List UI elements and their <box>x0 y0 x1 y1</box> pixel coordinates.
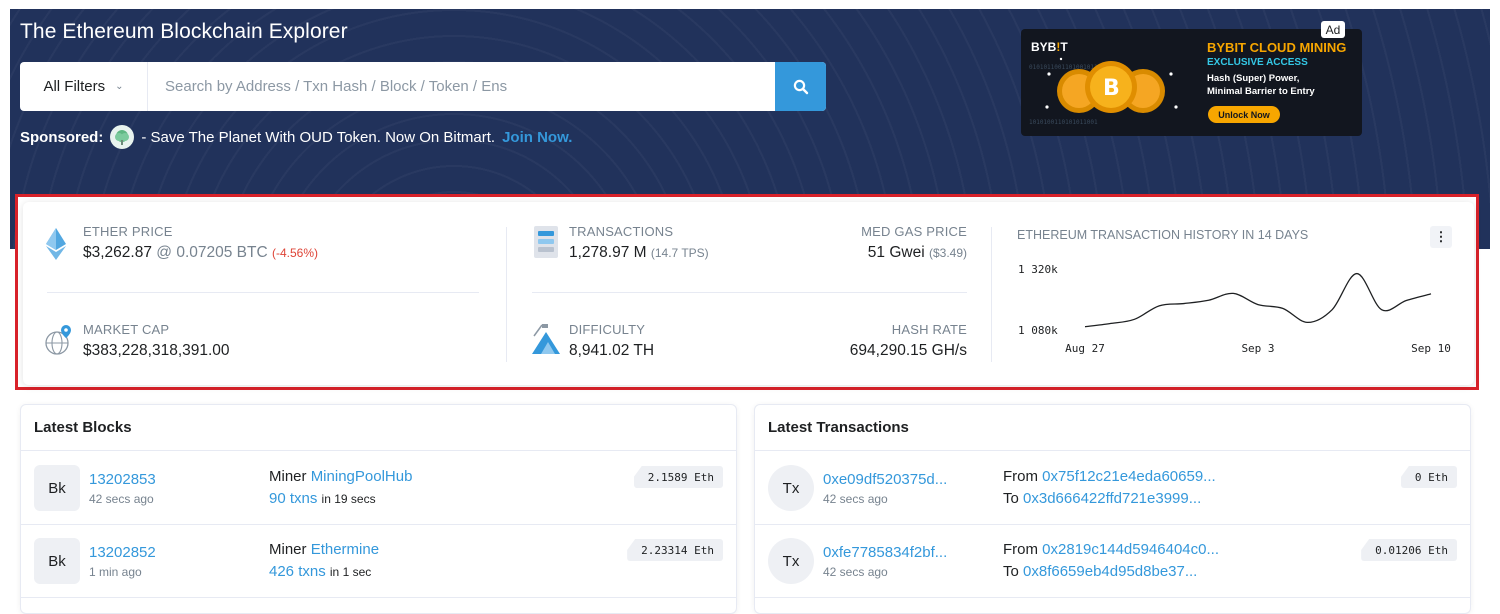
from-address-link[interactable]: 0x75f12c21e4eda60659... <box>1042 468 1216 485</box>
txns-line: 426 txns in 1 sec <box>269 563 372 580</box>
transaction-icon: Tx <box>768 538 814 584</box>
from-address-link[interactable]: 0x2819c144d5946404c0... <box>1042 541 1219 558</box>
filter-label: All Filters <box>43 78 106 95</box>
txns-line: 90 txns in 19 secs <box>269 490 376 507</box>
search-icon <box>793 79 808 94</box>
latest-transactions-card: Latest Transactions Tx 0xe09df520375d...… <box>754 404 1471 614</box>
latest-blocks-title: Latest Blocks <box>21 405 736 451</box>
page-title: The Ethereum Blockchain Explorer <box>20 20 348 43</box>
ad-line-1: Hash (Super) Power, <box>1207 73 1300 84</box>
block-reward-badge: 2.23314 Eth <box>627 539 723 561</box>
x-tick-label: Sep 3 <box>1241 342 1274 355</box>
block-number-link[interactable]: 13202853 <box>89 471 156 488</box>
miner-link[interactable]: MiningPoolHub <box>311 468 413 485</box>
x-tick-label: Aug 27 <box>1065 342 1105 355</box>
to-address-link[interactable]: 0x8f6659eb4d95d8be37... <box>1023 563 1197 580</box>
ad-headline: BYBIT CLOUD MINING <box>1207 40 1347 55</box>
to-line: To 0x8f6659eb4d95d8be37... <box>1003 563 1198 580</box>
stats-panel-highlight: ETHER PRICE $3,262.87 @ 0.07205 BTC (-4.… <box>15 194 1479 390</box>
block-icon: Bk <box>34 538 80 584</box>
tx-hash-link[interactable]: 0xe09df520375d... <box>823 471 947 488</box>
svg-text:1010100110101011001: 1010100110101011001 <box>1029 119 1098 126</box>
miner-link[interactable]: Ethermine <box>311 541 379 558</box>
tx-age: 42 secs ago <box>823 565 888 579</box>
tx-amount-badge: 0.01206 Eth <box>1361 539 1457 561</box>
svg-text:0101011001101001011: 0101011001101001011 <box>1029 64 1098 71</box>
block-icon: Bk <box>34 465 80 511</box>
list-item: Tx 0xe09df520375d... 42 secs ago From 0x… <box>755 452 1470 525</box>
sponsored-line: Sponsored: - Save The Planet With OUD To… <box>20 125 572 149</box>
list-item: Bk 13202853 42 secs ago Miner MiningPool… <box>21 452 736 525</box>
txns-link[interactable]: 426 txns <box>269 563 326 580</box>
list-item: Tx 0xfe7785834f2bf... 42 secs ago From 0… <box>755 525 1470 598</box>
tx-hash-link[interactable]: 0xfe7785834f2bf... <box>823 544 947 561</box>
transaction-icon: Tx <box>768 465 814 511</box>
oud-token-logo[interactable] <box>110 125 135 149</box>
tx-age: 42 secs ago <box>823 492 888 506</box>
series-line <box>1084 272 1432 328</box>
miner-line: Miner MiningPoolHub <box>269 468 413 485</box>
y-tick-label: 1 320k <box>1018 263 1058 276</box>
sponsored-label: Sponsored: <box>20 128 104 146</box>
tx-amount-badge: 0 Eth <box>1400 466 1457 488</box>
ad-line-2: Minimal Barrier to Entry <box>1207 86 1315 97</box>
chevron-down-icon: ⌄ <box>115 81 124 92</box>
search-input[interactable] <box>148 62 775 111</box>
from-line: From 0x75f12c21e4eda60659... <box>1003 468 1216 485</box>
to-line: To 0x3d666422ffd721e3999... <box>1003 490 1202 507</box>
block-age: 42 secs ago <box>89 492 154 506</box>
svg-text:B: B <box>1103 76 1120 101</box>
latest-transactions-title: Latest Transactions <box>755 405 1470 451</box>
block-number-link[interactable]: 13202852 <box>89 544 156 561</box>
transaction-history-chart: 1 080k 1 320k Aug 27 Sep 3 Sep 10 <box>1018 263 1451 355</box>
search-button[interactable] <box>775 62 826 111</box>
x-tick-label: Sep 10 <box>1411 342 1451 355</box>
stats-card: ETHER PRICE $3,262.87 @ 0.07205 BTC (-4.… <box>23 202 1474 385</box>
join-now-link[interactable]: Join Now. <box>502 129 572 146</box>
latest-blocks-card: Latest Blocks Bk 13202853 42 secs ago Mi… <box>20 404 737 614</box>
block-age: 1 min ago <box>89 565 142 579</box>
search-bar: All Filters ⌄ <box>20 62 826 111</box>
bybit-ad-banner[interactable]: BYB!T 0101011001101001011 101010011010101… <box>1021 29 1362 136</box>
coins-illustration: 0101011001101001011 1010100110101011001 B <box>1029 57 1178 126</box>
miner-line: Miner Ethermine <box>269 541 380 558</box>
txns-link[interactable]: 90 txns <box>269 490 317 507</box>
list-item: Bk 13202852 1 min ago Miner Ethermine 42… <box>21 525 736 598</box>
sponsored-text: - Save The Planet With OUD Token. Now On… <box>141 128 496 146</box>
to-address-link[interactable]: 0x3d666422ffd721e3999... <box>1023 490 1201 507</box>
ad-badge: Ad <box>1321 21 1345 38</box>
block-reward-badge: 2.1589 Eth <box>633 466 723 488</box>
filter-dropdown[interactable]: All Filters ⌄ <box>20 62 148 111</box>
ad-subheadline: EXCLUSIVE ACCESS <box>1207 57 1308 68</box>
from-line: From 0x2819c144d5946404c0... <box>1003 541 1219 558</box>
y-tick-label: 1 080k <box>1018 324 1058 337</box>
unlock-now-button[interactable]: Unlock Now <box>1208 106 1280 123</box>
